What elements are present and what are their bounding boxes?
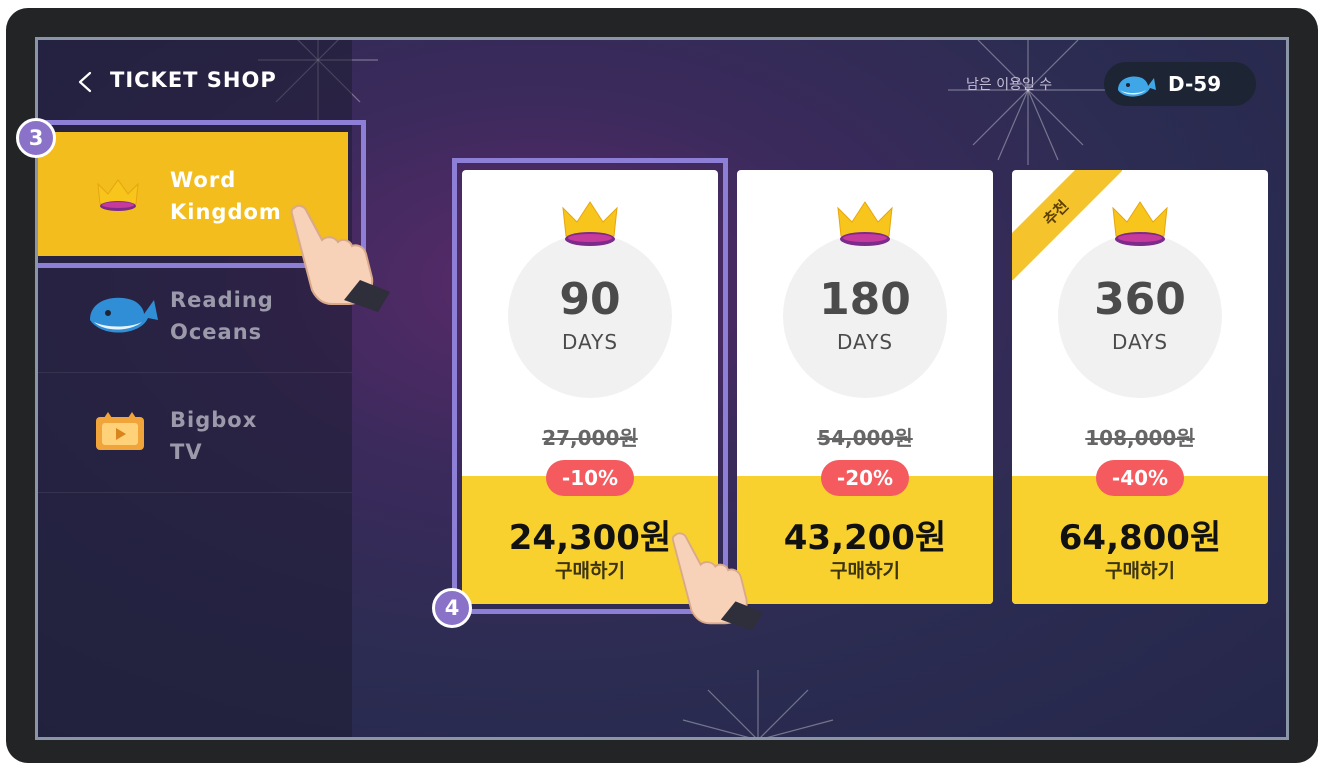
pointing-hand-icon — [671, 532, 763, 631]
ticket-days: 180 — [819, 274, 911, 325]
recommend-ribbon: 추천 — [1012, 170, 1122, 280]
whale-icon — [1118, 76, 1156, 97]
original-price: 54,000원 — [817, 426, 913, 450]
sidebar-item-label: TV — [170, 440, 203, 464]
step-badge-3: 3 — [16, 118, 56, 158]
ticket-card-360[interactable]: 추천 360 DAYS 108,000원 -40% 64,800원 구매하기 — [1012, 170, 1268, 604]
pointing-hand-icon — [290, 204, 390, 312]
dday-value: D-59 — [1168, 72, 1222, 96]
ticket-days-unit: DAYS — [836, 330, 894, 354]
discount-badge: -20% — [821, 460, 909, 496]
whale-icon — [90, 297, 158, 333]
page-title: TICKET SHOP — [110, 68, 277, 92]
crown-icon — [1112, 201, 1168, 246]
ticket-days-unit: DAYS — [1111, 330, 1169, 354]
app-screen: TICKET SHOP 남은 이용일 수 D-59 Word Kingdom R… — [35, 37, 1289, 740]
sidebar-item-label: Bigbox — [170, 408, 258, 432]
tv-icon — [96, 412, 144, 450]
chevron-left-icon — [78, 71, 92, 93]
discount-badge: -40% — [1096, 460, 1184, 496]
buy-button[interactable]: 구매하기 — [1012, 556, 1268, 583]
buy-button[interactable]: 구매하기 — [737, 556, 993, 583]
sale-price: 43,200원 — [783, 518, 947, 558]
ticket-card-180[interactable]: 180 DAYS 54,000원 -20% 43,200원 구매하기 — [737, 170, 993, 604]
crown-icon — [837, 201, 893, 246]
sidebar-item-label: Oceans — [170, 320, 263, 344]
back-button[interactable] — [74, 70, 98, 94]
recommend-ribbon-label: 추천 — [1012, 170, 1122, 280]
sale-price: 64,800원 — [1058, 518, 1222, 558]
ticket-days: 360 — [1094, 274, 1186, 325]
remaining-days-label: 남은 이용일 수 — [966, 77, 1053, 93]
divider — [38, 492, 352, 493]
step-badge-4: 4 — [432, 588, 472, 628]
original-price: 108,000원 — [1085, 426, 1195, 450]
sidebar-item-label: Reading — [170, 288, 274, 312]
divider — [38, 372, 352, 373]
